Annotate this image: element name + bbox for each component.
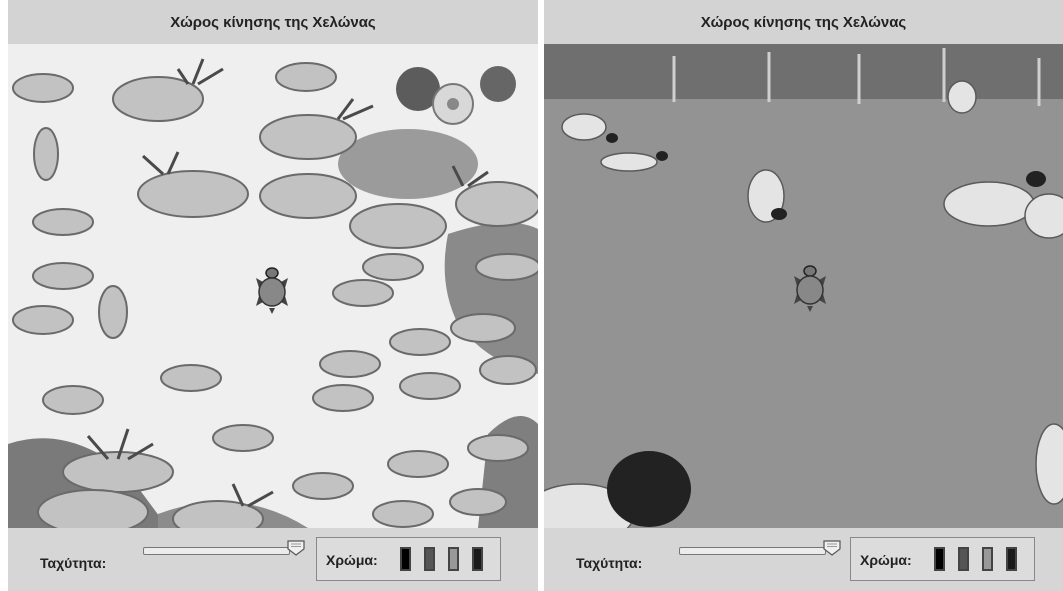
speed-slider-track[interactable] [679, 547, 826, 555]
color-label: Χρώμα: [860, 552, 912, 568]
color-swatch-4[interactable] [472, 547, 483, 571]
speed-slider-track[interactable] [143, 547, 290, 555]
color-label: Χρώμα: [326, 552, 378, 568]
turtle-canvas-stones[interactable] [8, 44, 538, 528]
color-swatch-1[interactable] [400, 547, 411, 571]
color-swatch-4[interactable] [1006, 547, 1017, 571]
field-background [544, 44, 1063, 528]
turtle-panel-left: Χώρος κίνησης της Χελώνας Ταχύτητα: Χρώμ… [8, 0, 538, 591]
turtle-panel-right: Χώρος κίνησης της Χελώνας Ταχύτητα: Χρώμ… [544, 0, 1063, 591]
turtle-canvas-field[interactable] [544, 44, 1063, 528]
color-picker: Χρώμα: [850, 537, 1035, 581]
color-swatch-1[interactable] [934, 547, 945, 571]
color-swatch-3[interactable] [982, 547, 993, 571]
color-picker: Χρώμα: [316, 537, 501, 581]
color-swatch-2[interactable] [424, 547, 435, 571]
slider-thumb-icon[interactable] [823, 540, 841, 556]
stones-background [8, 44, 538, 528]
panel-title: Χώρος κίνησης της Χελώνας [544, 0, 1063, 45]
color-swatch-3[interactable] [448, 547, 459, 571]
speed-label: Ταχύτητα: [40, 555, 107, 571]
slider-thumb-icon[interactable] [287, 540, 305, 556]
speed-label: Ταχύτητα: [576, 555, 643, 571]
color-swatch-2[interactable] [958, 547, 969, 571]
controls-bar: Ταχύτητα: Χρώμα: [8, 528, 538, 591]
controls-bar: Ταχύτητα: Χρώμα: [544, 528, 1063, 591]
panel-title: Χώρος κίνησης της Χελώνας [8, 0, 538, 45]
